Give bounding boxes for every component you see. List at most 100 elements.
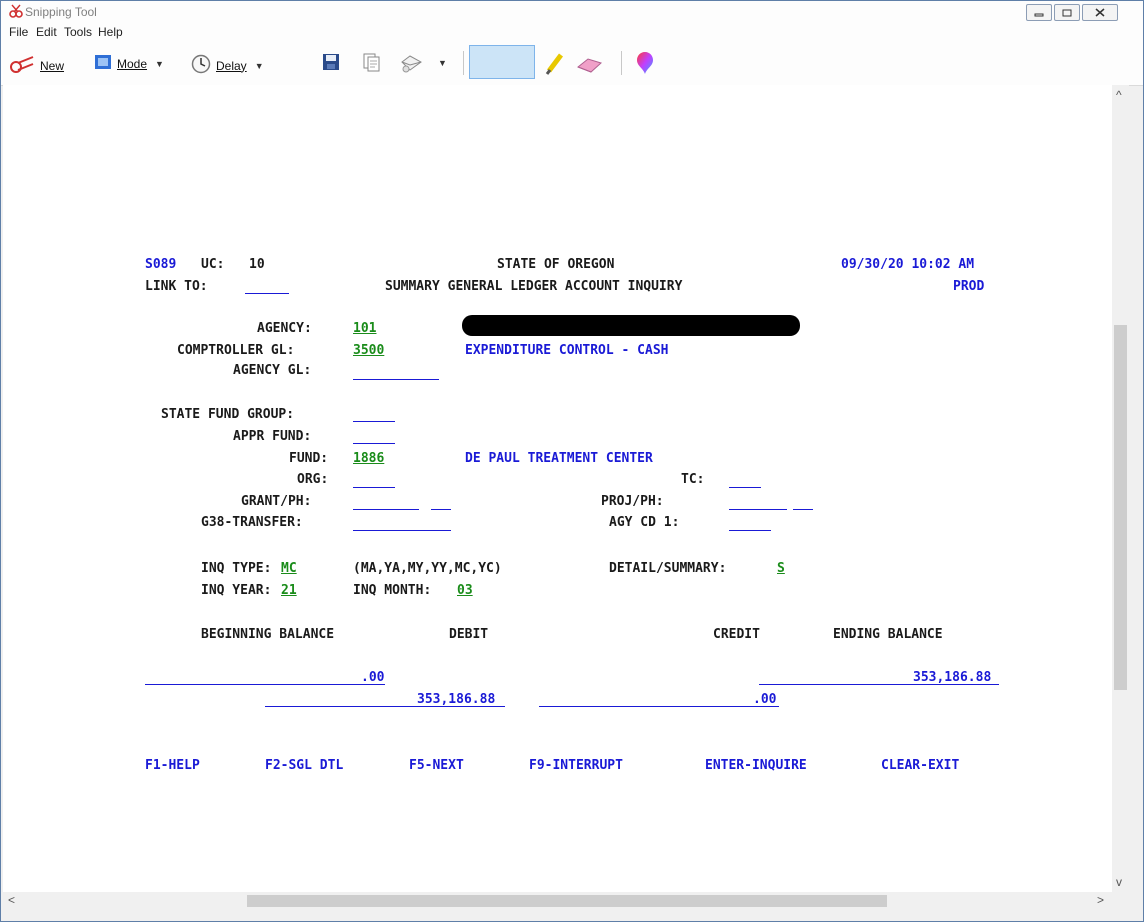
menu-help[interactable]: Help <box>98 25 123 39</box>
detail-summary-label: DETAIL/SUMMARY: <box>609 561 727 576</box>
agency-label: AGENCY: <box>257 321 312 336</box>
agy-cd1-field[interactable] <box>729 530 771 531</box>
new-button[interactable]: New <box>9 54 64 77</box>
vertical-scroll-thumb[interactable] <box>1114 325 1127 690</box>
datetime: 09/30/20 10:02 AM <box>841 257 975 272</box>
fkey-help[interactable]: F1-HELP <box>145 758 200 774</box>
comptroller-gl-field[interactable]: 3500 <box>353 343 384 359</box>
inq-year-label: INQ YEAR: <box>201 583 272 598</box>
toolbar-separator <box>463 51 464 75</box>
save-icon[interactable] <box>321 52 346 72</box>
new-label: New <box>40 58 65 73</box>
title-bar: Snipping Tool <box>1 1 1143 21</box>
inq-month-field[interactable]: 03 <box>457 583 473 599</box>
proj-ph-label: PROJ/PH: <box>601 494 664 509</box>
detail-summary-field[interactable]: S <box>777 561 785 577</box>
scroll-right-icon[interactable]: > <box>1097 893 1104 907</box>
scroll-left-icon[interactable]: < <box>8 893 15 907</box>
proj-phase-field[interactable] <box>793 509 813 510</box>
g38-transfer-field[interactable] <box>353 530 451 531</box>
mode-label: Mode <box>117 56 148 71</box>
grant-phase-field[interactable] <box>431 509 451 510</box>
close-button[interactable] <box>1082 4 1118 21</box>
redaction-bar <box>462 315 800 336</box>
pen-active-highlight <box>469 45 535 79</box>
comptroller-gl-label: COMPTROLLER GL: <box>177 343 295 358</box>
copy-icon[interactable] <box>361 52 386 72</box>
appr-fund-label: APPR FUND: <box>233 429 312 444</box>
uc-label: UC: <box>201 257 225 272</box>
grant-field[interactable] <box>353 509 419 510</box>
menu-tools[interactable]: Tools <box>64 25 92 39</box>
inq-type-field[interactable]: MC <box>281 561 297 577</box>
fund-field[interactable]: 1886 <box>353 451 384 467</box>
screen-title: SUMMARY GENERAL LEDGER ACCOUNT INQUIRY <box>385 279 683 294</box>
debit-value: 353,186.88 <box>417 692 496 707</box>
send-snip-icon[interactable]: ▼ <box>399 52 447 74</box>
screen-id: S089 <box>145 257 177 272</box>
credit-value: .00 <box>753 692 777 707</box>
tc-field[interactable] <box>729 487 761 488</box>
chevron-down-icon[interactable]: ▼ <box>155 59 164 69</box>
paint-3d-icon[interactable] <box>635 50 660 76</box>
environment-badge: PROD <box>953 279 985 294</box>
menu-edit[interactable]: Edit <box>36 25 57 39</box>
agy-cd1-label: AGY CD 1: <box>609 515 680 530</box>
chevron-down-icon[interactable]: ▼ <box>255 61 264 71</box>
g38-transfer-label: G38-TRANSFER: <box>201 515 303 530</box>
fkey-next[interactable]: F5-NEXT <box>409 758 464 774</box>
org-label: ORG: <box>297 472 329 487</box>
uc-value: 10 <box>249 257 265 272</box>
window-title: Snipping Tool <box>25 5 97 19</box>
menu-bar: File Edit Tools Help <box>1 21 1143 41</box>
link-to-label: LINK TO: <box>145 279 208 294</box>
link-to-field[interactable] <box>245 293 289 294</box>
credit-field[interactable] <box>539 706 779 707</box>
chevron-down-icon[interactable]: ▼ <box>438 58 447 68</box>
state-title: STATE OF OREGON <box>497 257 615 272</box>
delay-label: Delay <box>216 58 247 73</box>
mode-button[interactable]: Mode ▼ <box>94 54 164 73</box>
inq-year-field[interactable]: 21 <box>281 583 297 599</box>
grant-ph-label: GRANT/PH: <box>241 494 312 509</box>
agency-gl-label: AGENCY GL: <box>233 363 312 378</box>
toolbar: New Mode ▼ Delay ▼ ▼ <box>1 41 1143 86</box>
agency-field[interactable]: 101 <box>353 321 376 337</box>
minimize-button[interactable] <box>1026 4 1052 21</box>
header-ending-balance: ENDING BALANCE <box>833 627 943 642</box>
org-field[interactable] <box>353 487 395 488</box>
proj-field[interactable] <box>729 509 787 510</box>
delay-button[interactable]: Delay ▼ <box>191 54 264 77</box>
toolbar-separator <box>621 51 622 75</box>
inq-type-options: (MA,YA,MY,YY,MC,YC) <box>353 561 502 576</box>
header-credit: CREDIT <box>713 627 760 642</box>
state-fund-group-label: STATE FUND GROUP: <box>161 407 295 422</box>
scissors-icon <box>9 54 40 77</box>
fund-description: DE PAUL TREATMENT CENTER <box>465 451 653 466</box>
inq-type-label: INQ TYPE: <box>201 561 272 576</box>
fkey-interrupt[interactable]: F9-INTERRUPT <box>529 758 623 774</box>
rectangle-mode-icon <box>94 54 117 73</box>
appr-fund-field[interactable] <box>353 443 395 444</box>
header-debit: DEBIT <box>449 627 489 642</box>
state-fund-group-field[interactable] <box>353 421 395 422</box>
beginning-balance-value: .00 <box>361 670 385 685</box>
highlighter-icon[interactable] <box>543 49 572 77</box>
fkey-clear-exit[interactable]: CLEAR-EXIT <box>881 758 959 774</box>
beginning-balance-field[interactable] <box>145 684 385 685</box>
fkey-sgl-detail[interactable]: F2-SGL DTL <box>265 758 343 774</box>
horizontal-scroll-thumb[interactable] <box>247 895 887 907</box>
maximize-button[interactable] <box>1054 4 1080 21</box>
fkey-enter-inquire[interactable]: ENTER-INQUIRE <box>705 758 807 774</box>
fund-label: FUND: <box>289 451 329 466</box>
eraser-icon[interactable] <box>575 53 608 75</box>
agency-gl-field[interactable] <box>353 379 439 380</box>
header-beginning-balance: BEGINNING BALANCE <box>201 627 335 642</box>
inq-month-label: INQ MONTH: <box>353 583 432 598</box>
scroll-up-icon[interactable]: ^ <box>1116 88 1122 102</box>
comptroller-gl-description: EXPENDITURE CONTROL - CASH <box>465 343 669 358</box>
scroll-down-icon[interactable]: v <box>1116 875 1122 889</box>
menu-file[interactable]: File <box>9 25 28 39</box>
ending-balance-value: 353,186.88 <box>913 670 992 685</box>
clock-icon <box>191 54 216 77</box>
